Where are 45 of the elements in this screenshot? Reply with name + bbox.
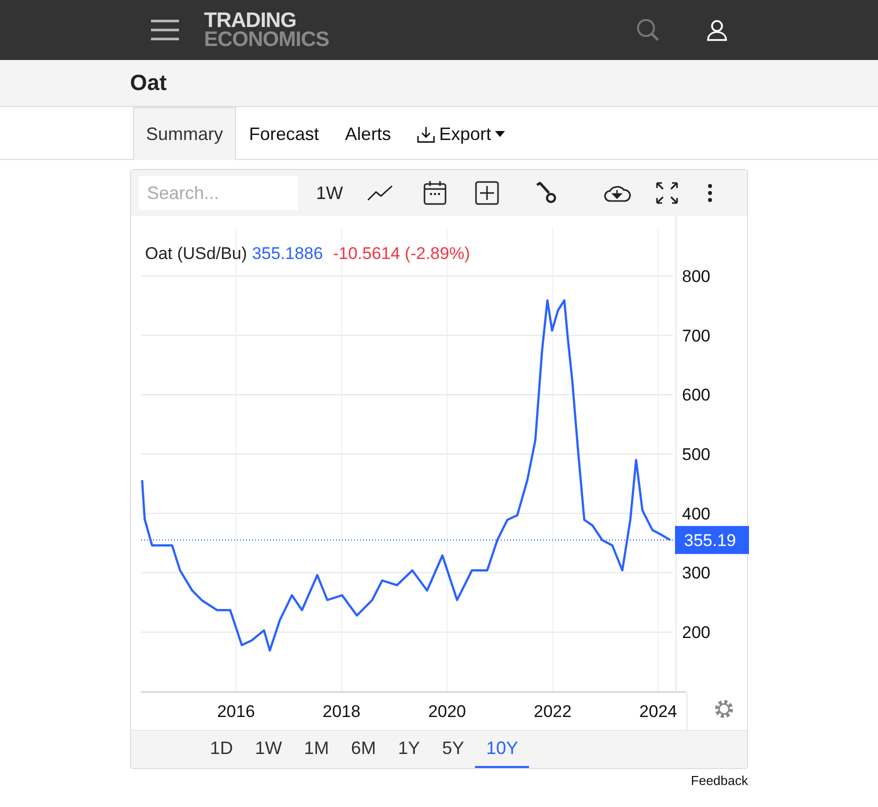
range-button[interactable]: 1M bbox=[293, 731, 340, 768]
logo[interactable]: TRADING ECONOMICS bbox=[204, 11, 330, 49]
x-axis-label: 2022 bbox=[534, 702, 572, 721]
tab[interactable]: Export bbox=[404, 107, 518, 160]
price-tag: 355.19 bbox=[675, 526, 749, 554]
x-axis-label: 2024 bbox=[639, 702, 678, 721]
caret-icon bbox=[495, 131, 506, 137]
tab[interactable]: Summary bbox=[133, 107, 236, 160]
y-axis-label: 700 bbox=[682, 326, 710, 346]
range-button[interactable]: 1D bbox=[199, 731, 244, 768]
feedback-link[interactable]: Feedback bbox=[690, 773, 748, 788]
legend-change: -10.5614 (-2.89%) bbox=[332, 244, 470, 263]
legend-name: Oat (USd/Bu) bbox=[145, 244, 248, 263]
range-button[interactable]: 1W bbox=[244, 731, 294, 768]
range-button[interactable]: 10Y bbox=[475, 731, 530, 768]
download-icon bbox=[417, 126, 436, 142]
range-button[interactable]: 1Y bbox=[387, 731, 432, 768]
legend-last-value: 355.1886 bbox=[252, 244, 323, 263]
y-axis-label: 800 bbox=[682, 267, 710, 286]
menu-icon[interactable] bbox=[150, 18, 180, 42]
range-button[interactable]: 6M bbox=[340, 731, 388, 768]
search-field[interactable]: Search... bbox=[139, 176, 298, 210]
more-icon[interactable] bbox=[707, 183, 713, 203]
range-button[interactable]: 5Y bbox=[431, 731, 476, 768]
cloud-download-icon[interactable] bbox=[603, 183, 631, 203]
search-icon[interactable] bbox=[636, 18, 660, 42]
tab[interactable]: Alerts bbox=[332, 107, 404, 160]
y-axis-label: 200 bbox=[682, 623, 710, 642]
y-axis-label: 500 bbox=[682, 445, 710, 464]
y-axis-label: 300 bbox=[682, 564, 710, 583]
x-axis-label: 2018 bbox=[322, 702, 360, 721]
add-icon[interactable] bbox=[475, 181, 499, 205]
x-axis-label: 2016 bbox=[217, 702, 255, 721]
y-axis-label: 400 bbox=[682, 504, 710, 524]
y-axis-label: 600 bbox=[682, 386, 710, 405]
interval-button[interactable]: 1W bbox=[316, 182, 343, 204]
fullscreen-icon[interactable] bbox=[655, 181, 679, 205]
calendar-icon[interactable] bbox=[423, 180, 447, 206]
x-axis-label: 2020 bbox=[428, 702, 466, 721]
user-icon[interactable] bbox=[706, 19, 728, 41]
line-chart-icon[interactable] bbox=[367, 185, 393, 201]
settings-icon[interactable] bbox=[715, 700, 733, 718]
page-title: Oat bbox=[130, 70, 167, 96]
tab[interactable]: Forecast bbox=[236, 107, 332, 160]
ref-line-label: 355.19 bbox=[684, 530, 736, 550]
